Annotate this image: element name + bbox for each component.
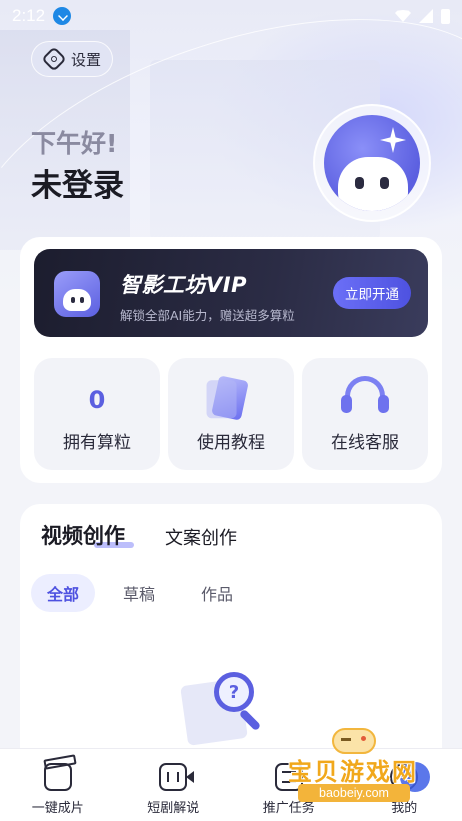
- vip-logo-face: [63, 289, 91, 311]
- greeting-text: 下午好!: [31, 129, 118, 158]
- tab-copy-creation[interactable]: 文案创作: [165, 524, 237, 550]
- nav-label: 短剧解说: [147, 801, 200, 816]
- vip-banner[interactable]: 智影工坊VIP 解锁全部AI能力，赠送超多算粒 立即开通: [34, 249, 428, 337]
- points-card[interactable]: 0 拥有算粒: [34, 358, 160, 470]
- settings-label: 设置: [71, 50, 102, 69]
- tutorial-label: 使用教程: [197, 433, 265, 453]
- empty-state-illustration: ?: [180, 672, 274, 746]
- nav-label: 一键成片: [31, 801, 84, 816]
- nav-one-click-video[interactable]: 一键成片: [0, 749, 116, 821]
- vip-open-button[interactable]: 立即开通: [333, 277, 411, 309]
- filter-all[interactable]: 全部: [31, 574, 95, 612]
- avatar-face: [338, 157, 408, 211]
- member-card: 智影工坊VIP 解锁全部AI能力，赠送超多算粒 立即开通 0 拥有算粒 使用教程…: [20, 237, 442, 483]
- download-icon: [53, 7, 72, 25]
- sparkle-icon: [380, 127, 406, 153]
- avatar-eye-left: [355, 177, 364, 189]
- status-time: 2:12: [12, 6, 46, 25]
- status-indicators: [395, 8, 450, 24]
- settings-button[interactable]: 设置: [31, 41, 113, 77]
- nav-drama-commentary[interactable]: 短剧解说: [116, 749, 232, 821]
- gamepad-icon: [332, 728, 376, 754]
- gear-icon: [41, 46, 67, 72]
- watermark-domain: baobeiy.com: [298, 784, 410, 802]
- points-label: 拥有算粒: [63, 433, 131, 453]
- watermark-title: 宝贝游戏网: [288, 759, 418, 786]
- avatar-eye-right: [380, 177, 389, 189]
- vip-logo: [54, 271, 100, 317]
- battery-icon: [441, 8, 450, 24]
- signal-icon: [419, 9, 433, 23]
- avatar[interactable]: [324, 115, 420, 211]
- vip-title: 智影工坊VIP: [120, 273, 247, 297]
- wifi-icon: [395, 10, 411, 22]
- video-camera-icon: [159, 763, 195, 791]
- support-label: 在线客服: [331, 433, 399, 453]
- status-bar: 2:12: [0, 0, 462, 32]
- filter-drafts[interactable]: 草稿: [112, 574, 166, 612]
- vip-logo-eye-right: [80, 297, 84, 303]
- clapper-icon: [43, 763, 72, 791]
- support-card[interactable]: 在线客服: [302, 358, 428, 470]
- points-value: 0: [88, 386, 106, 414]
- tab-video-creation[interactable]: 视频创作: [41, 520, 125, 550]
- vip-logo-eye-left: [71, 297, 75, 303]
- watermark: 宝贝游戏网 baobeiy.com: [288, 728, 438, 804]
- username-login-link[interactable]: 未登录: [31, 160, 124, 205]
- magnifier-icon: ?: [214, 672, 254, 712]
- vip-description: 解锁全部AI能力，赠送超多算粒: [120, 308, 295, 323]
- filter-works[interactable]: 作品: [190, 574, 244, 612]
- tutorial-card[interactable]: 使用教程: [168, 358, 294, 470]
- headset-icon: [341, 376, 389, 413]
- book-icon: [211, 375, 249, 421]
